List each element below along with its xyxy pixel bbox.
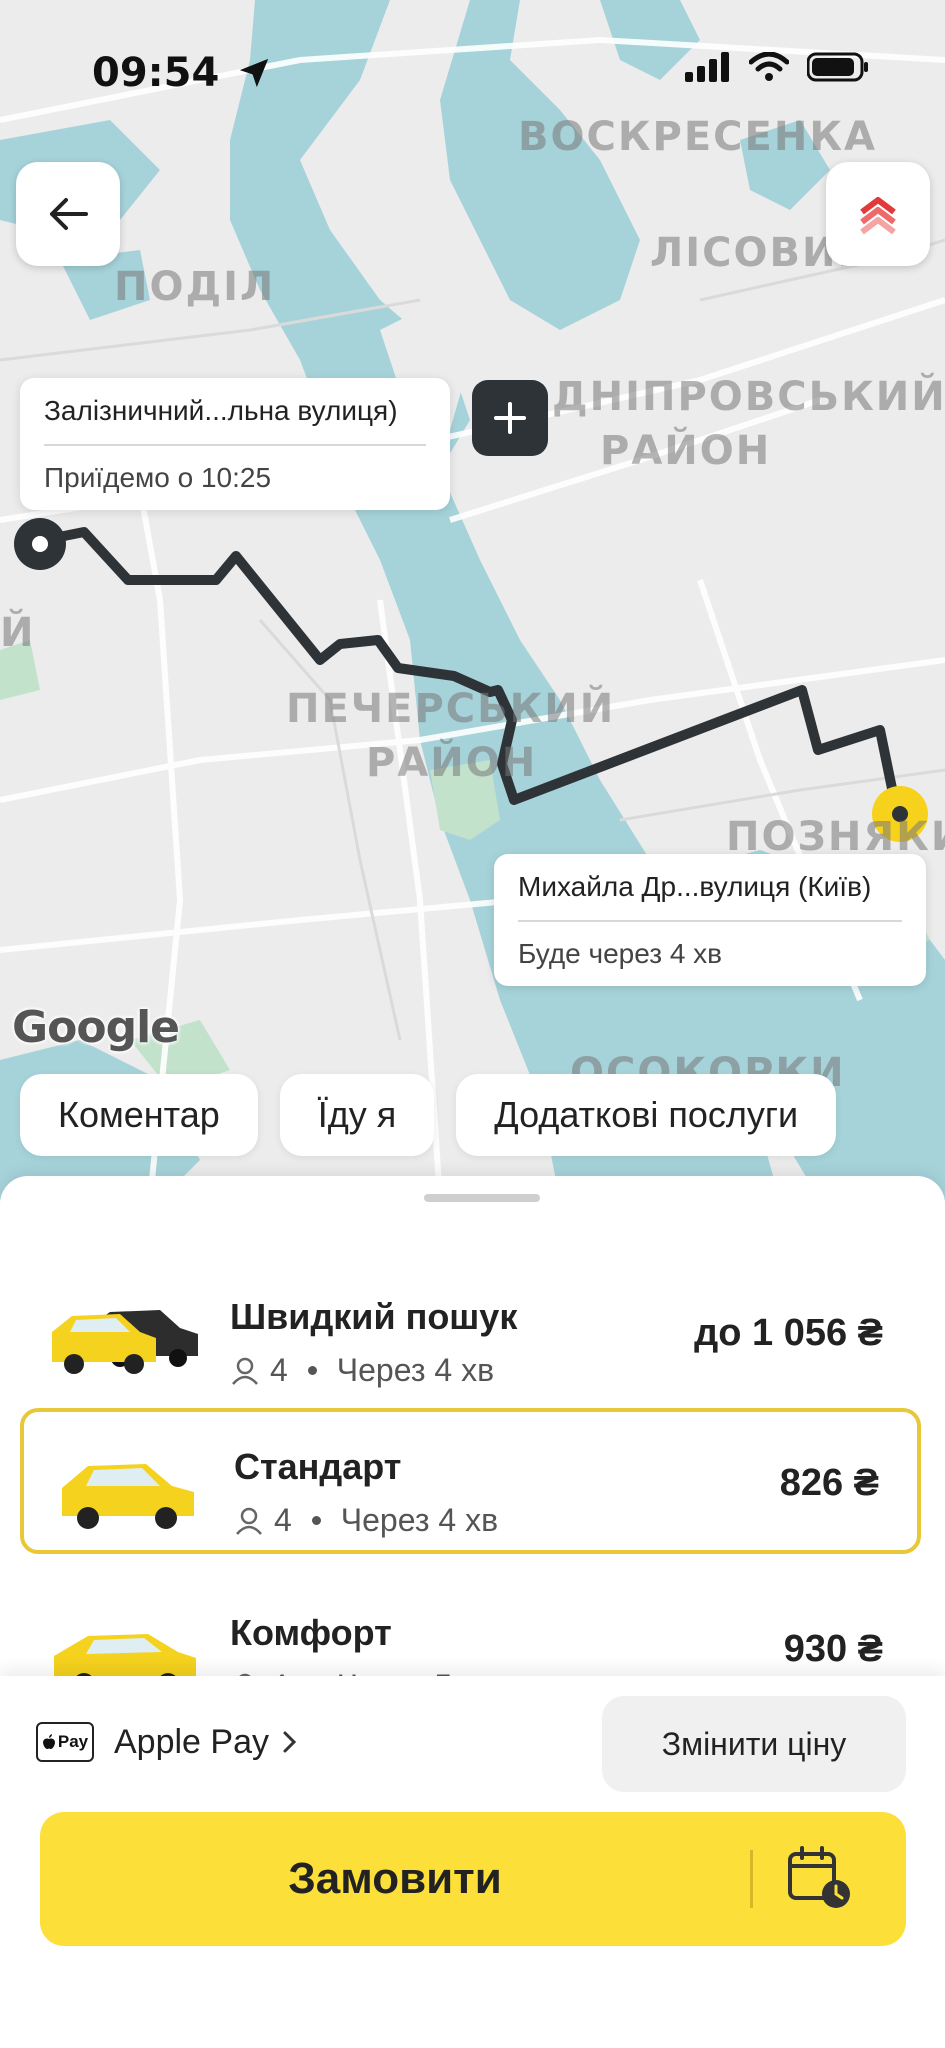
chevrons-up-icon	[860, 197, 896, 235]
destination-eta: Буде через 4 хв	[518, 938, 723, 969]
car-icon	[62, 1464, 194, 1529]
map-district-label: Й	[0, 610, 36, 656]
tariff-seats: 4	[274, 1502, 292, 1538]
signal-icon	[685, 52, 729, 82]
tariff-option-selected[interactable]: Стандарт 4 Через 4 хв 826 ₴	[20, 1408, 921, 1554]
person-icon	[236, 1507, 262, 1535]
tariff-price: 930 ₴	[783, 1628, 883, 1670]
map-district-label: ПОДІЛ	[114, 264, 276, 310]
person-icon	[232, 1357, 258, 1385]
google-logo: Google	[12, 1002, 180, 1053]
location-arrow-icon	[240, 58, 269, 88]
origin-callout[interactable]: Залізничний...льна вулиця) Приїдемо о 10…	[20, 378, 450, 510]
tariff-name: Комфорт	[230, 1612, 392, 1653]
tariff-meta: 4 Через 4 хв	[230, 1352, 494, 1389]
option-chips: Коментар Їду я Додаткові послуги	[20, 1074, 837, 1156]
status-time: 09:54	[92, 50, 271, 96]
tariff-name: Стандарт	[234, 1446, 402, 1487]
chip-comment[interactable]: Коментар	[20, 1074, 258, 1156]
boost-button[interactable]	[826, 162, 930, 266]
car-pair-icon	[52, 1310, 198, 1374]
origin-eta: Приїдемо о 10:25	[44, 462, 272, 493]
separator-dot	[311, 1516, 321, 1525]
map-district-label: РАЙОН	[366, 740, 538, 786]
destination-address: Михайла Др...вулиця (Київ)	[518, 871, 872, 902]
tariff-option[interactable]: Швидкий пошук 4 Через 4 хв до 1 056 ₴	[20, 1262, 921, 1408]
chevron-right-icon	[283, 1731, 297, 1753]
map-view[interactable]: ВОСКРЕСЕНКА ПОДІЛ ЛІСОВИНА ДНІПРОВСЬКИЙ …	[0, 0, 945, 1200]
tariff-meta: 4 Через 4 хв	[234, 1502, 498, 1539]
button-divider	[750, 1850, 753, 1908]
payment-method-selector[interactable]: Pay Apple Pay	[36, 1722, 301, 1762]
add-stop-button[interactable]	[472, 380, 548, 456]
tariff-price: 826 ₴	[779, 1462, 879, 1504]
battery-icon	[807, 52, 868, 82]
tariff-name: Швидкий пошук	[230, 1296, 518, 1337]
tariff-price: до 1 056 ₴	[694, 1312, 883, 1354]
payment-method-name: Apple Pay	[114, 1722, 269, 1761]
origin-address: Залізничний...льна вулиця)	[44, 395, 398, 426]
back-button[interactable]	[16, 162, 120, 266]
map-district-label: ДНІПРОВСЬКИЙ	[552, 374, 945, 420]
tariff-seats: 4	[270, 1352, 288, 1388]
destination-callout[interactable]: Михайла Др...вулиця (Київ) Буде через 4 …	[494, 854, 926, 986]
map-district-label: ВОСКРЕСЕНКА	[518, 114, 877, 160]
wifi-icon	[749, 52, 789, 81]
tariff-eta: Через 4 хв	[336, 1352, 495, 1388]
chip-extra-services[interactable]: Додаткові послуги	[456, 1074, 837, 1156]
map-district-label: РАЙОН	[600, 428, 772, 474]
status-icons	[685, 52, 869, 82]
map-district-label: ПЕЧЕРСЬКИЙ	[286, 686, 616, 732]
sheet-grabber[interactable]	[424, 1194, 540, 1202]
order-button-group: Замовити	[40, 1812, 906, 1946]
apple-icon	[42, 1734, 55, 1749]
order-footer: Pay Apple Pay Змінити ціну Замовити	[0, 1676, 945, 2048]
apple-pay-logo: Pay	[36, 1722, 94, 1762]
change-price-button[interactable]: Змінити ціну	[602, 1696, 906, 1792]
plus-icon	[494, 402, 526, 434]
order-button[interactable]: Замовити	[40, 1812, 750, 1946]
back-arrow-icon	[50, 198, 88, 230]
separator-dot	[307, 1366, 317, 1375]
chip-im-riding[interactable]: Їду я	[279, 1074, 435, 1156]
tariff-eta: Через 4 хв	[340, 1502, 499, 1538]
schedule-calendar-icon[interactable]	[782, 1842, 862, 1916]
